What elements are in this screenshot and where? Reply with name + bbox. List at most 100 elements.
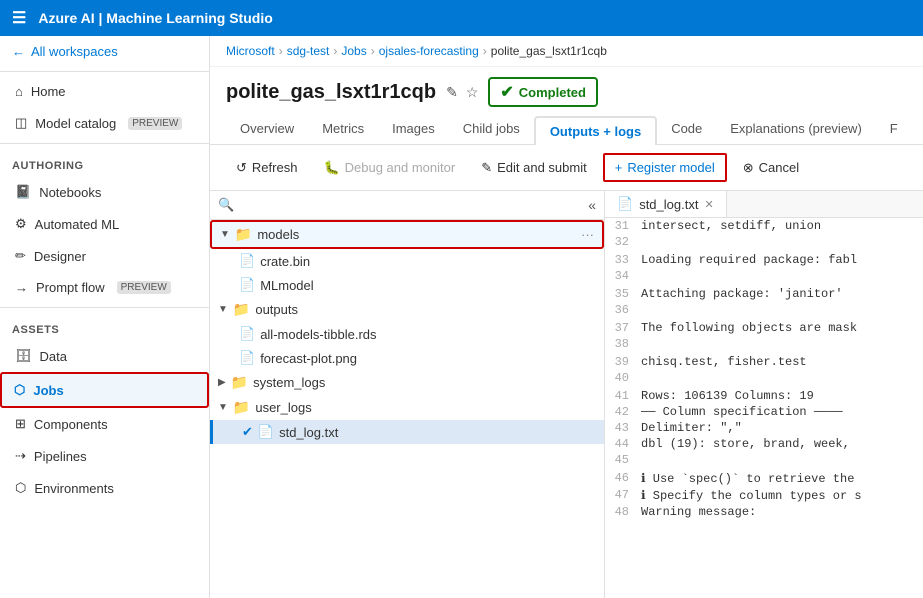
components-icon: ⊞ — [15, 416, 26, 432]
file-crate-bin[interactable]: 📄 crate.bin — [210, 249, 604, 273]
chevron-down-icon-3: ▼ — [218, 402, 228, 413]
sidebar-item-all-workspaces[interactable]: ← All workspaces — [0, 36, 209, 67]
file-icon-5: 📄 — [258, 424, 274, 440]
home-label: Home — [31, 84, 66, 99]
folder-outputs[interactable]: ▼ 📁 outputs — [210, 297, 604, 322]
data-icon: 🗄 — [15, 348, 32, 364]
folder-system-logs[interactable]: ▶ 📁 system_logs — [210, 370, 604, 395]
sidebar-item-designer[interactable]: ✏ Designer — [0, 240, 209, 272]
tab-explanations[interactable]: Explanations (preview) — [716, 115, 876, 144]
sidebar-item-model-catalog[interactable]: ◫ Model catalog PREVIEW — [0, 107, 209, 139]
sidebar-item-automated-ml[interactable]: ⚙ Automated ML — [0, 208, 209, 240]
environments-icon: ⬡ — [15, 480, 26, 496]
folder-user-logs-label: user_logs — [255, 400, 311, 415]
pipelines-icon: ⇢ — [15, 448, 26, 464]
file-std-log-label: std_log.txt — [279, 425, 338, 440]
tab-outputs-logs[interactable]: Outputs + logs — [534, 116, 657, 145]
status-badge: ✔ Completed — [488, 77, 598, 107]
edit-icon: ✎ — [481, 160, 492, 176]
tab-metrics[interactable]: Metrics — [308, 115, 378, 144]
tab-overview[interactable]: Overview — [226, 115, 308, 144]
debug-button[interactable]: 🐛 Debug and monitor — [313, 155, 465, 181]
sidebar-item-environments[interactable]: ⬡ Environments — [0, 472, 209, 504]
code-line-37: 37 The following objects are mask — [605, 320, 923, 336]
hamburger-icon[interactable]: ☰ — [12, 8, 26, 28]
tab-more[interactable]: F — [876, 115, 912, 144]
refresh-button[interactable]: ↺ Refresh — [226, 155, 307, 181]
code-panel: 📄 std_log.txt ✕ 31 intersect, setdiff, u… — [605, 191, 923, 598]
sidebar-item-notebooks[interactable]: 📓 Notebooks — [0, 176, 209, 208]
sep4: › — [483, 44, 487, 58]
folder-outputs-label: outputs — [255, 302, 298, 317]
check-icon: ✔ — [242, 424, 253, 440]
folder-models[interactable]: ▼ 📁 models ··· — [210, 220, 604, 249]
file-tibble[interactable]: 📄 all-models-tibble.rds — [210, 322, 604, 346]
cancel-button[interactable]: ⊗ Cancel — [733, 155, 809, 181]
sidebar-item-pipelines[interactable]: ⇢ Pipelines — [0, 440, 209, 472]
assets-section-label: Assets — [0, 312, 209, 340]
file-icon-3: 📄 — [239, 326, 255, 342]
model-catalog-icon: ◫ — [15, 115, 27, 131]
breadcrumb-sdg-test[interactable]: sdg-test — [287, 44, 330, 58]
file-icon-4: 📄 — [239, 350, 255, 366]
more-menu-models[interactable]: ··· — [581, 227, 594, 242]
file-panel: 🔍 « ▼ 📁 models ··· 📄 crate.b — [210, 191, 605, 598]
cancel-icon: ⊗ — [743, 160, 754, 176]
tab-images[interactable]: Images — [378, 115, 449, 144]
breadcrumb: Microsoft › sdg-test › Jobs › ojsales-fo… — [210, 36, 923, 67]
code-tab-bar: 📄 std_log.txt ✕ — [605, 191, 923, 218]
breadcrumb-microsoft[interactable]: Microsoft — [226, 44, 275, 58]
job-header-icons: ✎ ☆ — [446, 84, 478, 101]
pipelines-label: Pipelines — [34, 449, 87, 464]
sidebar-item-jobs[interactable]: ⬡ Jobs — [0, 372, 209, 408]
code-line-45: 45 — [605, 452, 923, 470]
data-label: Data — [40, 349, 67, 364]
sidebar-item-prompt-flow[interactable]: → Prompt flow PREVIEW — [0, 272, 209, 303]
file-mlmodel[interactable]: 📄 MLmodel — [210, 273, 604, 297]
file-forecast-label: forecast-plot.png — [260, 351, 357, 366]
file-crate-label: crate.bin — [260, 254, 310, 269]
all-workspaces-label: All workspaces — [31, 44, 118, 59]
code-line-48: 48 Warning message: — [605, 504, 923, 520]
code-line-43: 43 Delimiter: "," — [605, 420, 923, 436]
environments-label: Environments — [34, 481, 113, 496]
folder-outputs-icon: 📁 — [233, 301, 250, 318]
automated-ml-label: Automated ML — [35, 217, 120, 232]
edit-title-button[interactable]: ✎ — [446, 84, 458, 101]
code-line-44: 44 dbl (19): store, brand, week, — [605, 436, 923, 452]
register-model-button[interactable]: + Register model — [603, 153, 727, 182]
main-content: Microsoft › sdg-test › Jobs › ojsales-fo… — [210, 36, 923, 598]
code-line-36: 36 — [605, 302, 923, 320]
close-tab-button[interactable]: ✕ — [704, 198, 713, 211]
sidebar-divider-2 — [0, 143, 209, 144]
bookmark-button[interactable]: ☆ — [466, 84, 479, 101]
sep3: › — [371, 44, 375, 58]
top-bar: ☰ Azure AI | Machine Learning Studio — [0, 0, 923, 36]
collapse-panel-button[interactable]: « — [588, 197, 596, 213]
jobs-label: Jobs — [33, 383, 63, 398]
folder-user-logs[interactable]: ▼ 📁 user_logs — [210, 395, 604, 420]
chevron-down-icon: ▼ — [220, 229, 230, 240]
tab-child-jobs[interactable]: Child jobs — [449, 115, 534, 144]
prompt-flow-label: Prompt flow — [36, 280, 105, 295]
search-input[interactable] — [240, 198, 582, 213]
model-catalog-label: Model catalog — [35, 116, 116, 131]
code-line-35: 35 Attaching package: 'janitor' — [605, 286, 923, 302]
code-line-38: 38 — [605, 336, 923, 354]
code-tab-std-log[interactable]: 📄 std_log.txt ✕ — [605, 191, 727, 217]
folder-models-label: models — [257, 227, 299, 242]
code-tab-filename: std_log.txt — [639, 197, 698, 212]
edit-submit-button[interactable]: ✎ Edit and submit — [471, 155, 597, 181]
sidebar-item-data[interactable]: 🗄 Data — [0, 340, 209, 372]
sidebar-item-components[interactable]: ⊞ Components — [0, 408, 209, 440]
file-std-log[interactable]: ✔ 📄 std_log.txt — [210, 420, 604, 444]
code-line-47: 47 ℹ Specify the column types or s — [605, 487, 923, 504]
file-forecast-plot[interactable]: 📄 forecast-plot.png — [210, 346, 604, 370]
chevron-left-icon: ← — [12, 44, 25, 59]
job-title: polite_gas_lsxt1r1cqb — [226, 81, 436, 104]
breadcrumb-ojsales[interactable]: ojsales-forecasting — [379, 44, 479, 58]
breadcrumb-jobs[interactable]: Jobs — [341, 44, 366, 58]
job-header: polite_gas_lsxt1r1cqb ✎ ☆ ✔ Completed — [210, 67, 923, 107]
sidebar-item-home[interactable]: ⌂ Home — [0, 76, 209, 107]
tab-code[interactable]: Code — [657, 115, 716, 144]
